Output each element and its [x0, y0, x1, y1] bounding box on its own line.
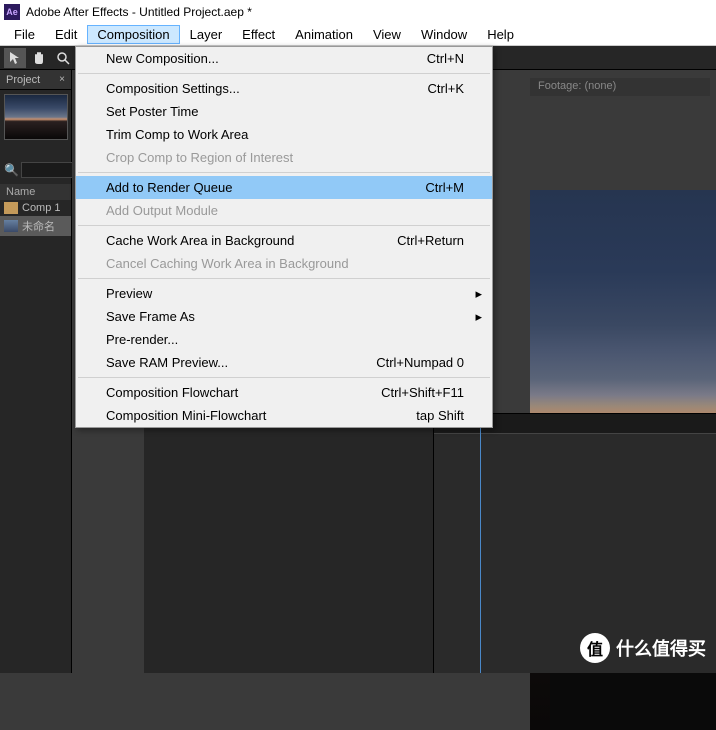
- folder-icon: [4, 202, 18, 214]
- project-item-label: Comp 1: [22, 202, 61, 214]
- menu-item-shortcut: Ctrl+Return: [397, 233, 464, 248]
- menu-item-trim-comp-to-work-area[interactable]: Trim Comp to Work Area: [76, 123, 492, 146]
- watermark: 值 什么值得买: [580, 633, 706, 663]
- comp-icon: [4, 220, 18, 232]
- menu-item-shortcut: Ctrl+Shift+F11: [381, 385, 464, 400]
- hand-tool-icon[interactable]: [28, 48, 50, 68]
- menu-item-new-composition[interactable]: New Composition... Ctrl+N: [76, 47, 492, 70]
- menu-item-shortcut: Ctrl+Numpad 0: [376, 355, 464, 370]
- project-item[interactable]: 未命名: [0, 216, 71, 236]
- menu-item-label: Composition Settings...: [106, 81, 240, 96]
- name-column-header[interactable]: Name: [0, 184, 71, 200]
- menu-separator: [78, 377, 490, 378]
- menu-effect[interactable]: Effect: [232, 25, 285, 44]
- menu-item-shortcut: Ctrl+K: [428, 81, 464, 96]
- window-title: Adobe After Effects - Untitled Project.a…: [26, 5, 252, 19]
- time-indicator[interactable]: [480, 414, 481, 673]
- menu-item-label: Save RAM Preview...: [106, 355, 228, 370]
- zoom-tool-icon[interactable]: [52, 48, 74, 68]
- menu-item-composition-mini-flowchart[interactable]: Composition Mini-Flowchart tap Shift: [76, 404, 492, 427]
- selection-tool-icon[interactable]: [4, 48, 26, 68]
- menu-item-label: Cancel Caching Work Area in Background: [106, 256, 349, 271]
- menu-item-cache-work-area-in-background[interactable]: Cache Work Area in Background Ctrl+Return: [76, 229, 492, 252]
- search-icon: 🔍: [4, 163, 19, 177]
- menu-item-set-poster-time[interactable]: Set Poster Time: [76, 100, 492, 123]
- menu-help[interactable]: Help: [477, 25, 524, 44]
- menu-item-cancel-caching-work-area-in-background: Cancel Caching Work Area in Background: [76, 252, 492, 275]
- menu-item-label: New Composition...: [106, 51, 219, 66]
- menu-item-preview[interactable]: Preview ▸: [76, 282, 492, 305]
- menu-item-label: Trim Comp to Work Area: [106, 127, 248, 142]
- menu-item-label: Pre-render...: [106, 332, 178, 347]
- menu-view[interactable]: View: [363, 25, 411, 44]
- project-panel-tab[interactable]: Project ×: [0, 70, 71, 90]
- menu-item-label: Add to Render Queue: [106, 180, 232, 195]
- submenu-arrow-icon: ▸: [475, 309, 482, 325]
- menu-item-label: Crop Comp to Region of Interest: [106, 150, 293, 165]
- menu-item-composition-settings[interactable]: Composition Settings... Ctrl+K: [76, 77, 492, 100]
- menu-item-crop-comp-to-region-of-interest: Crop Comp to Region of Interest: [76, 146, 492, 169]
- menu-item-label: Cache Work Area in Background: [106, 233, 294, 248]
- menu-item-add-output-module: Add Output Module: [76, 199, 492, 222]
- menu-item-label: Preview: [106, 286, 152, 301]
- menu-separator: [78, 73, 490, 74]
- menu-item-composition-flowchart[interactable]: Composition Flowchart Ctrl+Shift+F11: [76, 381, 492, 404]
- composition-thumbnail[interactable]: [4, 94, 68, 140]
- menu-item-label: Set Poster Time: [106, 104, 198, 119]
- menu-animation[interactable]: Animation: [285, 25, 363, 44]
- project-panel: Project × 🔍 Name Comp 1 未命名: [0, 70, 72, 673]
- menu-item-shortcut: Ctrl+N: [427, 51, 464, 66]
- menu-item-label: Save Frame As: [106, 309, 195, 324]
- close-icon[interactable]: ×: [59, 74, 65, 85]
- menu-item-save-ram-preview[interactable]: Save RAM Preview... Ctrl+Numpad 0: [76, 351, 492, 374]
- footage-panel-tab[interactable]: Footage: (none): [530, 78, 710, 96]
- menu-window[interactable]: Window: [411, 25, 477, 44]
- project-item[interactable]: Comp 1: [0, 200, 71, 216]
- menu-item-shortcut: tap Shift: [416, 408, 464, 423]
- watermark-text: 什么值得买: [616, 635, 706, 661]
- menu-edit[interactable]: Edit: [45, 25, 87, 44]
- menu-layer[interactable]: Layer: [180, 25, 233, 44]
- menu-item-label: Add Output Module: [106, 203, 218, 218]
- composition-menu-dropdown: New Composition... Ctrl+N Composition Sett…: [75, 46, 493, 428]
- menu-item-save-frame-as[interactable]: Save Frame As ▸: [76, 305, 492, 328]
- menu-separator: [78, 172, 490, 173]
- menu-file[interactable]: File: [4, 25, 45, 44]
- project-item-label: 未命名: [22, 218, 55, 234]
- menu-composition[interactable]: Composition: [87, 25, 179, 44]
- menu-separator: [78, 278, 490, 279]
- project-tab-label: Project: [6, 74, 40, 86]
- menu-item-pre-render[interactable]: Pre-render...: [76, 328, 492, 351]
- submenu-arrow-icon: ▸: [475, 286, 482, 302]
- watermark-icon: 值: [580, 633, 610, 663]
- menu-item-shortcut: Ctrl+M: [425, 180, 464, 195]
- menu-item-add-to-render-queue[interactable]: Add to Render Queue Ctrl+M: [76, 176, 492, 199]
- titlebar: Ae Adobe After Effects - Untitled Projec…: [0, 0, 716, 24]
- menu-item-label: Composition Mini-Flowchart: [106, 408, 266, 423]
- app-icon: Ae: [4, 4, 20, 20]
- menu-separator: [78, 225, 490, 226]
- menubar: FileEditCompositionLayerEffectAnimationV…: [0, 24, 716, 46]
- menu-item-label: Composition Flowchart: [106, 385, 238, 400]
